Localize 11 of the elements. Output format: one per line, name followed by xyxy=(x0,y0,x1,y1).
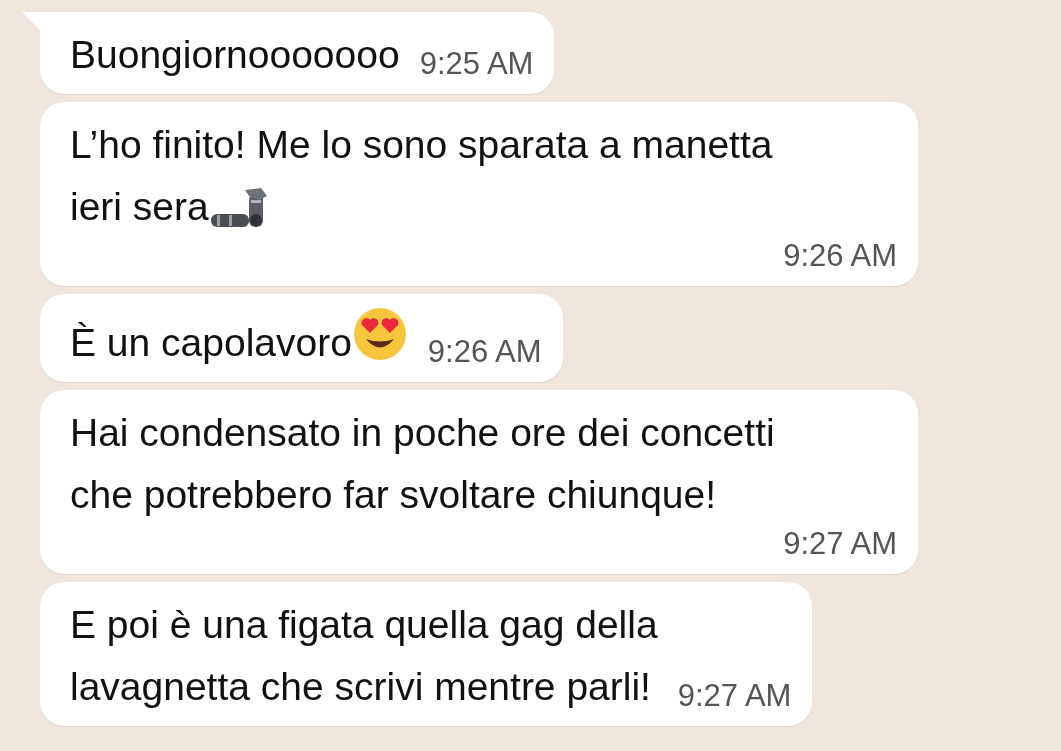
message-text: È un capolavoro xyxy=(70,306,408,374)
message-time: 9:25 AM xyxy=(419,46,534,83)
message-time: 9:27 AM xyxy=(677,678,792,715)
message-text: Hai condensato in poche ore dei concetti che potrebbero far svoltare chiunque! xyxy=(70,410,775,518)
message-text: Buongiornooooooo xyxy=(70,32,400,78)
message-text: L’ho finito! Me lo sono sparata a manetta ieri sera xyxy=(70,122,773,232)
message-time: 9:26 AM xyxy=(783,238,897,275)
heart-eyes-face-icon xyxy=(351,306,408,362)
message-time: 9:27 AM xyxy=(783,526,897,563)
message-text: E poi è una figata quella gag della lavagnetta che scrivi mentre parli! xyxy=(70,602,658,710)
message-time: 9:26 AM xyxy=(427,334,542,371)
